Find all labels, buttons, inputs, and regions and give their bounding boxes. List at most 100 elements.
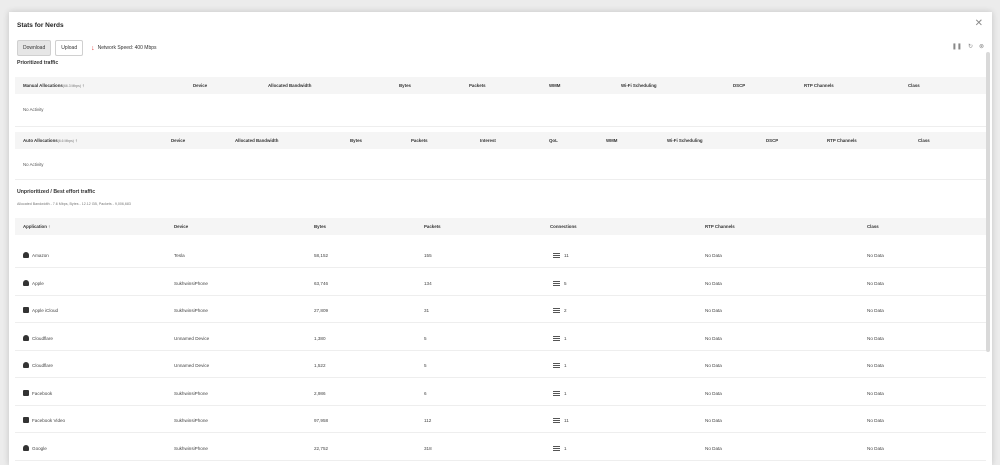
row-connections-count: 11 (564, 253, 569, 258)
stats-for-nerds-dialog: Stats for Nerds ✕ Download Upload ↓ Netw… (9, 12, 992, 465)
row-packets: 155 (424, 253, 432, 258)
row-connections[interactable]: 1 (553, 336, 567, 341)
manual-allocations-column[interactable]: Manual Allocations(66.3 Mbps) ↑ (23, 83, 84, 88)
row-rtp-channels: No Data (705, 363, 722, 368)
column-packets: Packets (411, 138, 428, 143)
network-speed: ↓ Network Speed: 400 Mbps (91, 45, 156, 52)
row-application-label: Amazon (32, 253, 49, 259)
column-connections: Connections (550, 224, 577, 229)
arrow-down-icon: ↓ (91, 44, 95, 52)
cloud-icon (23, 252, 29, 258)
row-application: Cloudflare (23, 334, 53, 342)
column-device: Device (171, 138, 186, 143)
row-rtp-channels: No Data (705, 308, 722, 313)
table-row[interactable]: Facebook Video SukhwinsiPhone 97,958 112 No … (15, 406, 986, 433)
column-wmm: WMM (549, 83, 561, 88)
media-icon (23, 307, 29, 313)
row-connections[interactable]: 1 (553, 363, 567, 369)
row-device: SukhwinsiPhone (174, 445, 208, 451)
list-icon (553, 418, 560, 424)
cloud-icon (23, 279, 29, 286)
scrollbar[interactable] (986, 52, 990, 352)
row-application-label: Google (32, 445, 47, 451)
auto-allocations-header: Auto Allocations(6.6 Mbps) ↑ Device Allo… (15, 132, 986, 149)
pause-icon[interactable]: ❚❚ (952, 43, 962, 50)
row-bytes: 58,152 (314, 253, 329, 258)
row-application: Amazon (23, 252, 49, 259)
table-row[interactable]: Google SukhwinsiPhone 22,752 318 No Data No D… (15, 434, 986, 461)
row-packets: 5 (424, 363, 427, 368)
unprioritized-title: Unprioritized / Best effort traffic (17, 189, 96, 195)
column-rtp-channels: RTP Channels (827, 138, 857, 143)
row-application: Facebook (23, 389, 53, 397)
row-device: SukhwinsiPhone (174, 308, 208, 313)
row-connections[interactable]: 2 (553, 308, 567, 314)
row-rtp-channels: No Data (705, 280, 722, 286)
row-connections-count: 1 (564, 445, 567, 451)
row-device: Tesla (174, 253, 185, 258)
manual-allocations-header: Manual Allocations(66.3 Mbps) ↑ Device A… (15, 77, 986, 94)
video-icon (23, 417, 29, 423)
row-application: Cloudflare (23, 362, 53, 369)
column-bytes: Bytes (399, 83, 411, 88)
row-connections[interactable]: 1 (553, 446, 567, 451)
table-row[interactable]: Apple iCloud SukhwinsiPhone 27,809 31 No Dat… (15, 296, 986, 323)
row-application-label: Apple (32, 280, 44, 286)
close-icon[interactable]: ✕ (975, 18, 983, 29)
column-class: Class (908, 83, 920, 88)
refresh-icon[interactable]: ↻ (968, 43, 973, 50)
column-rtp-channels: RTP Channels (804, 83, 834, 88)
row-class: No Data (867, 308, 884, 313)
table-row[interactable]: Cloudflare Unnamed Device 1,380 5 No Data No … (15, 324, 986, 351)
row-connections[interactable]: 11 (553, 253, 569, 259)
row-application-label: Apple iCloud (32, 308, 59, 314)
row-packets: 5 (424, 335, 427, 341)
row-connections[interactable]: 11 (553, 418, 569, 424)
table-row[interactable]: Cloudflare Unnamed Device 1,522 5 No Data No … (15, 351, 986, 378)
column-rtp-channels: RTP Channels (705, 224, 735, 229)
row-application-label: Facebook (32, 390, 53, 396)
row-bytes: 27,809 (314, 308, 329, 313)
row-connections[interactable]: 1 (553, 391, 567, 396)
row-bytes: 22,752 (314, 445, 329, 451)
column-class: Class (867, 224, 879, 229)
row-bytes: 1,522 (314, 363, 326, 368)
table-row[interactable]: Apple SukhwinsiPhone 63,746 134 No Data No Da… (15, 269, 986, 296)
tab-download[interactable]: Download (17, 40, 52, 56)
row-class: No Data (867, 280, 884, 286)
divider (15, 126, 986, 127)
row-class: No Data (867, 418, 884, 423)
column-device: Device (174, 224, 189, 229)
auto-allocations-column[interactable]: Auto Allocations(6.6 Mbps) ↑ (23, 138, 77, 143)
row-bytes: 63,746 (314, 280, 329, 286)
list-icon (553, 445, 560, 451)
row-class: No Data (867, 390, 884, 396)
table-row[interactable]: Facebook SukhwinsiPhone 2,986 6 No Data No Da… (15, 379, 986, 406)
column-dscp: DSCP (733, 83, 746, 88)
row-packets: 112 (424, 418, 432, 423)
list-icon (553, 363, 560, 369)
column-bytes: Bytes (314, 224, 326, 229)
row-device: SukhwinsiPhone (174, 418, 208, 423)
row-connections[interactable]: 5 (553, 281, 567, 286)
row-class: No Data (867, 445, 884, 451)
list-icon (553, 280, 560, 286)
row-packets: 318 (424, 445, 432, 451)
column-application[interactable]: Application ↑ (23, 224, 50, 229)
tab-upload[interactable]: Upload (55, 40, 84, 56)
column-packets: Packets (469, 83, 486, 88)
stop-icon[interactable]: ⊗ (979, 43, 984, 50)
column-allocated-bandwidth: Allocated Bandwidth (268, 83, 312, 88)
row-packets: 134 (424, 280, 432, 286)
row-rtp-channels: No Data (705, 390, 722, 396)
row-application: Facebook Video (23, 417, 65, 424)
table-row[interactable]: Amazon Tesla 58,152 155 No Data No Data 11 (15, 241, 986, 268)
column-packets: Packets (424, 224, 441, 229)
row-rtp-channels: No Data (705, 418, 722, 423)
column-qol: QoL (549, 138, 558, 143)
column-device: Device (193, 83, 208, 88)
column-interest: Interest (480, 138, 496, 143)
auto-no-activity: No Activity (23, 162, 44, 167)
list-icon (553, 308, 560, 314)
row-connections-count: 1 (564, 363, 567, 368)
